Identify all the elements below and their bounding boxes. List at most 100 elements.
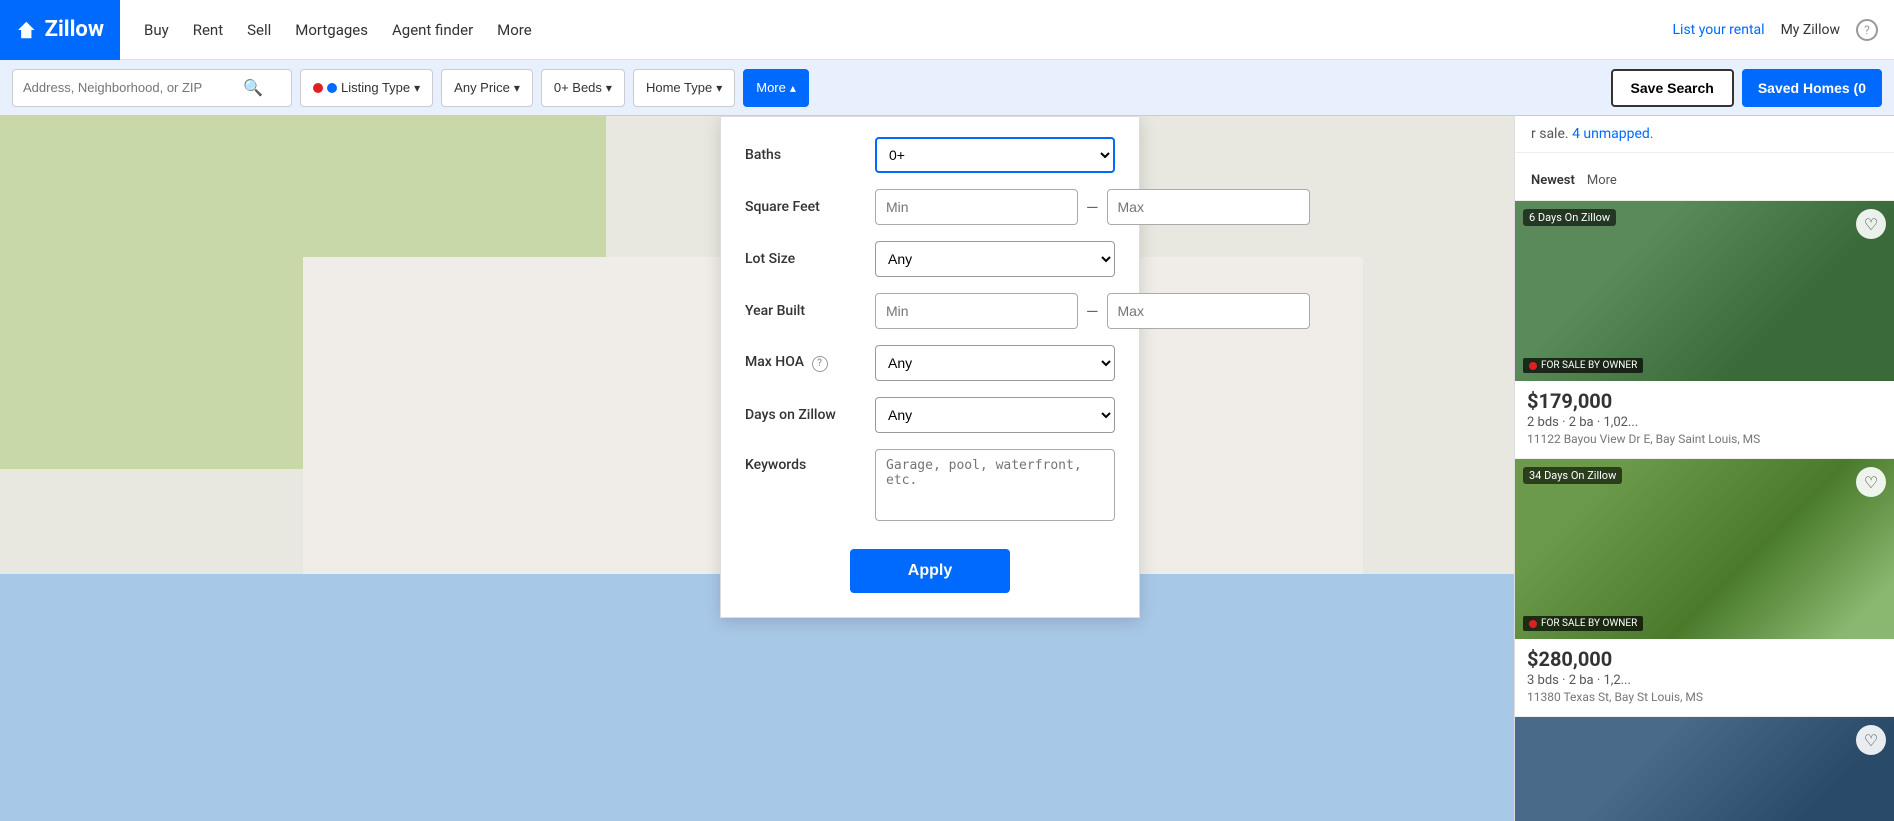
- nav-rent[interactable]: Rent: [193, 21, 223, 39]
- search-box: 🔍: [12, 69, 292, 107]
- sqft-min-input[interactable]: [875, 189, 1078, 225]
- main-content: Baths 0+ 1+ 2+ 3+ 4+ Square Feet: [0, 116, 1894, 821]
- year-built-min-input[interactable]: [875, 293, 1078, 329]
- sqft-filter-label: Square Feet: [745, 199, 875, 215]
- baths-filter-control: 0+ 1+ 2+ 3+ 4+: [875, 137, 1115, 173]
- days-on-zillow-filter-row: Days on Zillow Any 1 day 7 days 14 days …: [745, 397, 1115, 433]
- any-price-filter[interactable]: Any Price: [441, 69, 533, 107]
- more-filter[interactable]: More: [743, 69, 809, 107]
- days-on-zillow-select[interactable]: Any 1 day 7 days 14 days 30 days 90 days…: [875, 397, 1115, 433]
- year-built-filter-row: Year Built —: [745, 293, 1115, 329]
- listing-dot-blue: [327, 83, 337, 93]
- map-area[interactable]: Baths 0+ 1+ 2+ 3+ 4+ Square Feet: [0, 116, 1514, 821]
- listing-type-chevron: [414, 80, 420, 95]
- listing-image: 34 Days On Zillow ♡ FOR SALE BY OWNER: [1515, 459, 1894, 639]
- listing-count-bar: r sale. 4 unmapped.: [1515, 116, 1894, 153]
- nav-agent-finder[interactable]: Agent finder: [392, 21, 473, 39]
- home-type-label: Home Type: [646, 80, 712, 95]
- year-built-range-dash: —: [1086, 302, 1099, 321]
- apply-button-row: Apply: [745, 541, 1115, 593]
- help-icon[interactable]: ?: [1856, 19, 1878, 41]
- sort-newest[interactable]: Newest: [1531, 173, 1575, 188]
- listing-address: 11380 Texas St, Bay St Louis, MS: [1527, 690, 1882, 704]
- more-chevron: [790, 80, 796, 95]
- baths-filter-row: Baths 0+ 1+ 2+ 3+ 4+: [745, 137, 1115, 173]
- baths-filter-label: Baths: [745, 147, 875, 163]
- more-filter-dropdown: Baths 0+ 1+ 2+ 3+ 4+ Square Feet: [720, 116, 1140, 618]
- year-built-filter-label: Year Built: [745, 303, 875, 319]
- listing-details: 2 bds · 2 ba · 1,02...: [1527, 415, 1882, 430]
- any-price-label: Any Price: [454, 80, 510, 95]
- unmapped-link[interactable]: 4 unmapped.: [1572, 126, 1653, 142]
- listing-dot-red: [313, 83, 323, 93]
- sort-row: Newest More: [1531, 173, 1878, 188]
- listings-panel: r sale. 4 unmapped. Newest More 6 Days O…: [1514, 116, 1894, 821]
- keywords-filter-row: Keywords: [745, 449, 1115, 525]
- list-your-rental-link[interactable]: List your rental: [1673, 22, 1765, 38]
- days-on-zillow-badge: 34 Days On Zillow: [1523, 467, 1622, 484]
- keywords-filter-label: Keywords: [745, 449, 875, 473]
- beds-label: 0+ Beds: [554, 80, 602, 95]
- nav-mortgages[interactable]: Mortgages: [295, 21, 368, 39]
- hoa-help-icon[interactable]: ?: [812, 356, 828, 372]
- days-on-zillow-filter-control: Any 1 day 7 days 14 days 30 days 90 days…: [875, 397, 1115, 433]
- nav-buy[interactable]: Buy: [144, 21, 169, 39]
- listing-image: ♡ FOR SALE BY OWNER: [1515, 717, 1894, 821]
- days-on-zillow-filter-label: Days on Zillow: [745, 407, 875, 423]
- sqft-filter-control: —: [875, 189, 1310, 225]
- listing-type-filter[interactable]: Listing Type: [300, 69, 433, 107]
- nav-links: Buy Rent Sell Mortgages Agent finder Mor…: [144, 21, 1673, 39]
- for-sale-dot: [1529, 362, 1537, 370]
- my-zillow-link[interactable]: My Zillow: [1781, 22, 1840, 38]
- home-type-chevron: [716, 80, 722, 95]
- lot-size-filter-control: Any 1000 sqft 2000 sqft 5000 sqft 1 acre…: [875, 241, 1115, 277]
- top-navigation: Zillow Buy Rent Sell Mortgages Agent fin…: [0, 0, 1894, 60]
- for-sale-badge: FOR SALE BY OWNER: [1523, 616, 1643, 631]
- sort-more[interactable]: More: [1587, 173, 1617, 188]
- listing-card[interactable]: 34 Days On Zillow ♡ FOR SALE BY OWNER $2…: [1515, 459, 1894, 717]
- apply-button[interactable]: Apply: [850, 549, 1010, 593]
- lot-size-select[interactable]: Any 1000 sqft 2000 sqft 5000 sqft 1 acre…: [875, 241, 1115, 277]
- save-search-button[interactable]: Save Search: [1611, 69, 1734, 107]
- listing-count-text: r sale. 4 unmapped.: [1531, 126, 1653, 142]
- listing-type-label: Listing Type: [341, 80, 410, 95]
- lot-size-filter-row: Lot Size Any 1000 sqft 2000 sqft 5000 sq…: [745, 241, 1115, 277]
- nav-more[interactable]: More: [497, 21, 532, 39]
- max-hoa-select[interactable]: Any $50/mo $100/mo $200/mo $500/mo No HO…: [875, 345, 1115, 381]
- any-price-chevron: [514, 80, 520, 95]
- nav-sell[interactable]: Sell: [247, 21, 271, 39]
- for-sale-badge: FOR SALE BY OWNER: [1523, 358, 1643, 373]
- lot-size-filter-label: Lot Size: [745, 251, 875, 267]
- filter-bar: 🔍 Listing Type Any Price 0+ Beds Home Ty…: [0, 60, 1894, 116]
- listing-price: $280,000: [1527, 647, 1882, 671]
- zillow-logo[interactable]: Zillow: [0, 0, 120, 60]
- max-hoa-filter-row: Max HOA ? Any $50/mo $100/mo $200/mo $50…: [745, 345, 1115, 381]
- listing-info: $179,000 2 bds · 2 ba · 1,02... 11122 Ba…: [1515, 381, 1894, 458]
- sqft-filter-row: Square Feet —: [745, 189, 1115, 225]
- save-heart-button[interactable]: ♡: [1856, 467, 1886, 497]
- saved-homes-button[interactable]: Saved Homes (0: [1742, 69, 1882, 107]
- nav-right: List your rental My Zillow ?: [1673, 19, 1878, 41]
- beds-chevron: [606, 80, 612, 95]
- beds-filter[interactable]: 0+ Beds: [541, 69, 625, 107]
- listing-details: 3 bds · 2 ba · 1,2...: [1527, 673, 1882, 688]
- save-heart-button[interactable]: ♡: [1856, 725, 1886, 755]
- listing-info: $280,000 3 bds · 2 ba · 1,2... 11380 Tex…: [1515, 639, 1894, 716]
- search-icon: 🔍: [243, 78, 263, 97]
- home-type-filter[interactable]: Home Type: [633, 69, 735, 107]
- max-hoa-filter-label: Max HOA ?: [745, 354, 875, 372]
- for-sale-dot: [1529, 620, 1537, 628]
- listing-card[interactable]: ♡ FOR SALE BY OWNER $135,000 3 bds · 2 b…: [1515, 717, 1894, 821]
- more-label: More: [756, 80, 786, 95]
- listings-header: Newest More: [1515, 153, 1894, 201]
- search-input[interactable]: [23, 80, 243, 95]
- listing-card[interactable]: 6 Days On Zillow ♡ FOR SALE BY OWNER $17…: [1515, 201, 1894, 459]
- sqft-max-input[interactable]: [1107, 189, 1310, 225]
- save-heart-button[interactable]: ♡: [1856, 209, 1886, 239]
- logo-text: Zillow: [45, 17, 104, 42]
- keywords-textarea[interactable]: [875, 449, 1115, 521]
- year-built-max-input[interactable]: [1107, 293, 1310, 329]
- listing-image: 6 Days On Zillow ♡ FOR SALE BY OWNER: [1515, 201, 1894, 381]
- days-on-zillow-badge: 6 Days On Zillow: [1523, 209, 1616, 226]
- baths-select[interactable]: 0+ 1+ 2+ 3+ 4+: [875, 137, 1115, 173]
